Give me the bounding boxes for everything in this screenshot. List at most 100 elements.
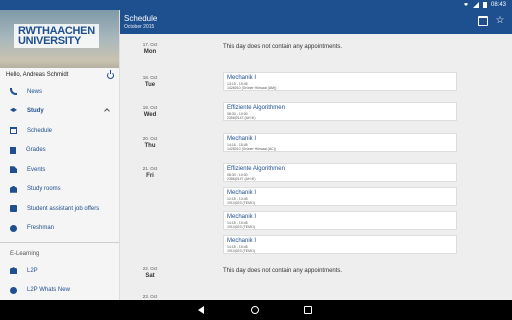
user-row: Hello, Andreas Schmidt bbox=[0, 68, 119, 82]
day-date: 17. Oct bbox=[142, 42, 158, 47]
day-label: 19. Oct Wed bbox=[130, 105, 170, 118]
room-icon bbox=[10, 185, 17, 193]
power-icon[interactable] bbox=[107, 70, 114, 79]
section-label: E-Learning bbox=[10, 251, 40, 257]
nav-item-study-rooms[interactable]: Study rooms bbox=[0, 180, 119, 200]
nav-item-events[interactable]: Events bbox=[0, 160, 119, 180]
briefcase-icon bbox=[10, 205, 17, 213]
calendar-icon bbox=[10, 127, 17, 135]
calendar-icon[interactable] bbox=[478, 16, 488, 26]
day-label: 20. Oct Thu bbox=[130, 136, 170, 149]
info-icon bbox=[10, 286, 17, 294]
day-date: 20. Oct bbox=[142, 136, 158, 141]
app-bar: Schedule October 2015 ☆ bbox=[120, 10, 512, 34]
back-icon[interactable] bbox=[198, 306, 204, 314]
drawer-divider bbox=[0, 242, 119, 243]
nav-item-l2p-whats-new[interactable]: L2P Whats New bbox=[0, 281, 119, 301]
appointment-room: 2356|0147 (AH III) bbox=[227, 115, 256, 120]
appointment-card[interactable]: Mechanik I 14:15 - 15:45 1426010 (Grüner… bbox=[223, 133, 457, 152]
status-bar: 08:43 bbox=[0, 0, 512, 10]
day-label: 21. Oct Fri bbox=[130, 166, 170, 179]
appointment-room: 1910|023 (TEMO) bbox=[227, 224, 255, 229]
logo-line2: UNIVERSITY bbox=[18, 35, 82, 47]
home-icon[interactable] bbox=[251, 306, 259, 314]
drawer-nav: News Study Schedule Grades Events Study … bbox=[0, 82, 119, 238]
day-date: 22. Oct bbox=[142, 266, 158, 271]
appointment-card[interactable]: Mechanik I 13:15 - 15:45 1426010 (Grüner… bbox=[223, 72, 457, 91]
greeting: Hello, Andreas Schmidt bbox=[6, 72, 69, 78]
appointment-card[interactable]: Effiziente Algorithmen 08:30 - 10:00 235… bbox=[223, 102, 457, 121]
drawer-nav-elearning: E-Learning L2P L2P Whats New bbox=[0, 247, 119, 300]
wifi-icon bbox=[462, 2, 469, 8]
navigation-drawer: RWTHAACHEN UNIVERSITY Hello, Andreas Sch… bbox=[0, 10, 120, 300]
day-name: Mon bbox=[143, 49, 157, 55]
day-date: 18. Oct bbox=[142, 75, 158, 80]
day-label: 17. Oct Mon bbox=[130, 42, 170, 55]
status-time: 08:43 bbox=[490, 2, 506, 8]
schedule-list[interactable]: 17. Oct Mon This day does not contain an… bbox=[120, 34, 512, 300]
nav-item-grades[interactable]: Grades bbox=[0, 141, 119, 161]
appointment-title: Mechanik I bbox=[227, 213, 257, 220]
appointment-room: 1426010 (Grüner Hörsaal (AM)) bbox=[227, 85, 277, 90]
nav-item-label: L2P Whats New bbox=[27, 287, 70, 294]
appointment-title: Mechanik I bbox=[227, 74, 257, 81]
document-icon bbox=[10, 146, 16, 154]
no-appointments-text: This day does not contain any appointmen… bbox=[223, 44, 343, 50]
nav-item-freshman[interactable]: Freshman bbox=[0, 219, 119, 239]
day-date: 21. Oct bbox=[142, 166, 158, 171]
nav-item-label: Events bbox=[27, 166, 46, 173]
appointment-title: Mechanik I bbox=[227, 189, 257, 196]
drawer-header: RWTHAACHEN UNIVERSITY Hello, Andreas Sch… bbox=[0, 10, 119, 82]
day-name: Tue bbox=[144, 82, 156, 88]
graduation-cap-icon bbox=[10, 107, 17, 112]
star-icon[interactable]: ☆ bbox=[495, 16, 505, 26]
page-title: Schedule bbox=[124, 14, 158, 23]
rss-icon bbox=[10, 88, 17, 96]
appointment-room: 2356|0147 (AH III) bbox=[227, 176, 256, 181]
nav-item-label: Study rooms bbox=[27, 186, 61, 193]
appointment-card[interactable]: Mechanik I 12:15 - 13:45 1910|023 (TEMO) bbox=[223, 187, 457, 206]
nav-item-label: Grades bbox=[26, 147, 46, 154]
nav-item-schedule[interactable]: Schedule bbox=[0, 121, 119, 141]
system-nav-bar bbox=[0, 300, 512, 320]
compass-icon bbox=[10, 224, 17, 232]
battery-icon bbox=[482, 2, 487, 8]
rwth-logo: RWTHAACHEN UNIVERSITY bbox=[14, 24, 99, 48]
chevron-up-icon bbox=[104, 107, 110, 114]
appointment-card[interactable]: Effiziente Algorithmen 08:30 - 10:00 235… bbox=[223, 163, 457, 182]
nav-item-label: Freshman bbox=[27, 225, 55, 232]
day-name: Sat bbox=[145, 273, 155, 279]
appointment-room: 1910|023 (TEMO) bbox=[227, 248, 255, 253]
nav-item-job-offers[interactable]: Student assistant job offers bbox=[0, 199, 119, 219]
event-icon bbox=[10, 166, 17, 174]
section-label-elearning: E-Learning bbox=[0, 247, 119, 261]
nav-item-l2p[interactable]: L2P bbox=[0, 261, 119, 281]
appointment-title: Effiziente Algorithmen bbox=[227, 104, 285, 111]
nav-item-news[interactable]: News bbox=[0, 82, 119, 102]
appointment-card[interactable]: Mechanik I 14:15 - 15:45 1910|023 (TEMO) bbox=[223, 211, 457, 230]
page-subtitle: October 2015 bbox=[124, 24, 155, 30]
recents-icon[interactable] bbox=[304, 306, 312, 314]
nav-item-label: Schedule bbox=[27, 127, 53, 134]
nav-item-label: Study bbox=[27, 108, 44, 115]
nav-item-label: News bbox=[27, 88, 43, 95]
appointment-title: Mechanik I bbox=[227, 135, 257, 142]
day-label: 23. Oct bbox=[130, 294, 170, 299]
day-date: 19. Oct bbox=[142, 105, 158, 110]
appointment-title: Effiziente Algorithmen bbox=[227, 165, 285, 172]
nav-group-study[interactable]: Study bbox=[0, 102, 119, 122]
day-name: Thu bbox=[144, 143, 156, 149]
appointment-title: Mechanik I bbox=[227, 237, 257, 244]
school-icon bbox=[10, 267, 17, 275]
day-label: 22. Oct Sat bbox=[130, 266, 170, 279]
appointment-card[interactable]: Mechanik I 14:15 - 15:45 1910|023 (TEMO) bbox=[223, 235, 457, 254]
day-name: Wed bbox=[143, 112, 157, 118]
nav-item-label: Student assistant job offers bbox=[27, 205, 100, 212]
no-appointments-text: This day does not contain any appointmen… bbox=[223, 268, 343, 274]
signal-icon bbox=[472, 2, 479, 8]
appointment-room: 1426010 (Grüner Hörsaal (AC)) bbox=[227, 146, 277, 151]
day-label: 18. Oct Tue bbox=[130, 75, 170, 88]
nav-item-label: L2P bbox=[27, 267, 38, 274]
day-date: 23. Oct bbox=[142, 294, 158, 299]
day-name: Fri bbox=[146, 173, 154, 179]
